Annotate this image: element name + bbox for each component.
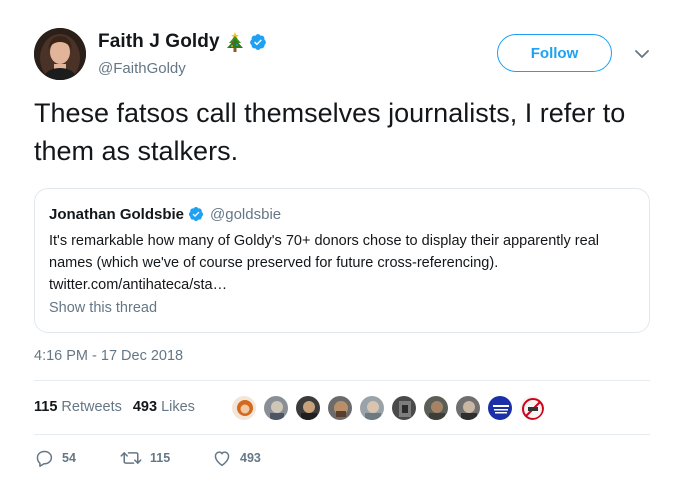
liker-avatar[interactable] — [263, 395, 289, 421]
follow-button[interactable]: Follow — [497, 34, 612, 72]
retweets-count[interactable]: 115 — [34, 399, 57, 415]
tweet-stats: 115 Retweets 493 Likes — [34, 399, 195, 415]
author-handle[interactable]: @FaithGoldy — [98, 60, 186, 77]
liker-avatar[interactable] — [487, 395, 513, 421]
liker-avatar[interactable] — [423, 395, 449, 421]
verified-badge-icon — [249, 33, 267, 51]
quoted-tweet-link[interactable]: twitter.com/antihateca/sta… — [49, 277, 227, 293]
tweet-card: Faith J Goldy @FaithGoldy Follow These f… — [0, 0, 678, 478]
divider — [34, 380, 650, 381]
reply-icon — [36, 450, 53, 467]
reply-button[interactable]: 54 — [34, 449, 120, 467]
quoted-tweet[interactable]: Jonathan Goldsbie @goldsbie It's remarka… — [34, 188, 650, 333]
liker-avatar[interactable] — [391, 395, 417, 421]
liker-avatar[interactable] — [231, 395, 257, 421]
retweets-label[interactable]: Retweets — [61, 399, 121, 415]
heart-icon — [214, 451, 230, 467]
chevron-down-icon[interactable] — [634, 47, 650, 59]
tweet-text: These fatsos call themselves journalists… — [34, 98, 626, 166]
show-thread-link[interactable]: Show this thread — [49, 300, 157, 316]
retweet-count: 115 — [150, 451, 171, 465]
author-avatar[interactable] — [34, 28, 86, 80]
tweet-actions: 54 115 493 — [34, 449, 292, 467]
quoted-handle: @goldsbie — [210, 205, 282, 223]
quoted-tweet-body: It's remarkable how many of Goldy's 70+ … — [49, 233, 599, 271]
liker-avatar[interactable] — [455, 395, 481, 421]
verified-badge-icon — [188, 206, 204, 222]
likes-label[interactable]: Likes — [161, 399, 195, 415]
likes-count[interactable]: 493 — [133, 399, 157, 415]
quoted-display-name: Jonathan Goldsbie — [49, 205, 185, 223]
divider — [34, 434, 650, 435]
like-button[interactable]: 493 — [212, 449, 292, 467]
quoted-tweet-header: Jonathan Goldsbie @goldsbie — [49, 205, 281, 223]
author-name-row: Faith J Goldy — [98, 31, 267, 53]
liker-avatar[interactable] — [519, 395, 545, 421]
christmas-tree-icon — [226, 31, 244, 53]
like-count: 493 — [240, 451, 261, 465]
liker-avatars — [231, 395, 551, 421]
author-display-name[interactable]: Faith J Goldy — [98, 31, 220, 53]
liker-avatar[interactable] — [359, 395, 385, 421]
reply-count: 54 — [62, 451, 76, 465]
liker-avatar[interactable] — [295, 395, 321, 421]
quoted-tweet-text: It's remarkable how many of Goldy's 70+ … — [49, 230, 639, 296]
retweet-button[interactable]: 115 — [120, 449, 212, 467]
liker-avatar[interactable] — [327, 395, 353, 421]
retweet-icon — [120, 452, 142, 464]
tweet-timestamp[interactable]: 4:16 PM - 17 Dec 2018 — [34, 348, 183, 364]
